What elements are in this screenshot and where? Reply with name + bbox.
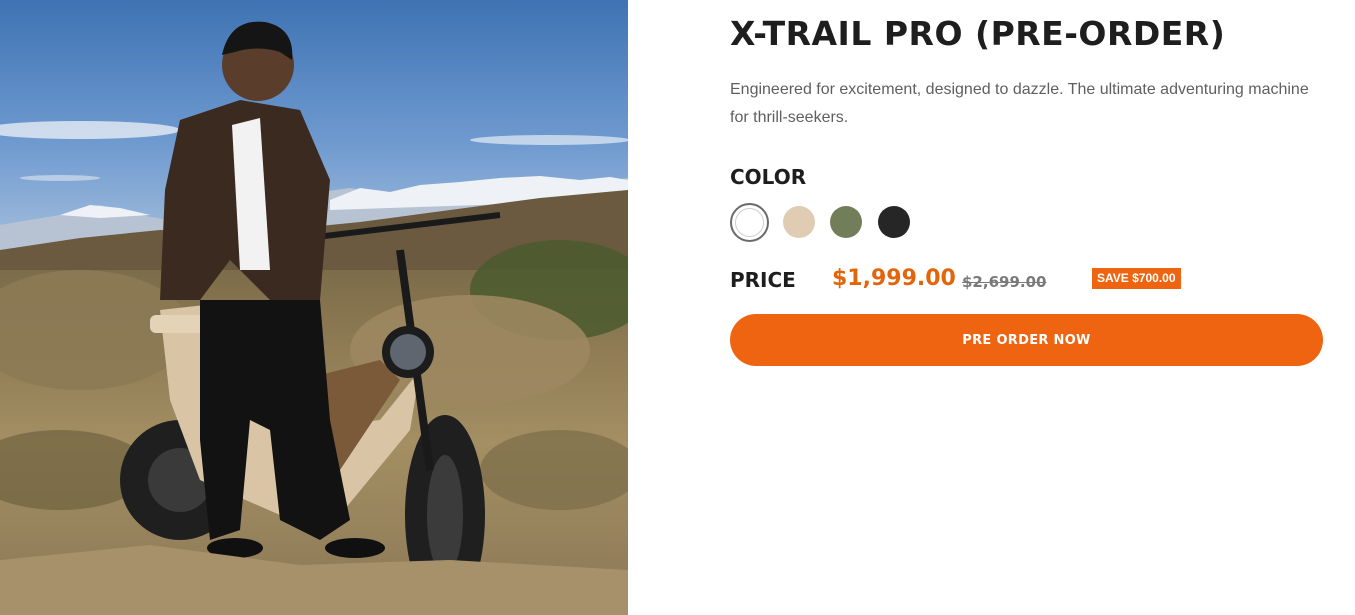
current-price: $1,999.00 — [832, 266, 956, 291]
original-price: $2,699.00 — [962, 273, 1047, 291]
sand-swatch[interactable] — [783, 206, 815, 238]
olive-swatch[interactable] — [830, 206, 862, 238]
save-badge: SAVE $700.00 — [1092, 268, 1181, 289]
white-swatch[interactable] — [730, 203, 769, 242]
color-label: COLOR — [730, 165, 807, 189]
pre-order-button[interactable]: PRE ORDER NOW — [730, 314, 1323, 366]
black-swatch[interactable] — [878, 206, 910, 238]
product-hero-image — [0, 0, 628, 615]
product-title: X-TRAIL PRO (PRE-ORDER) — [730, 14, 1226, 53]
price-label: PRICE — [730, 268, 796, 292]
product-description: Engineered for excitement, designed to d… — [730, 81, 1309, 126]
